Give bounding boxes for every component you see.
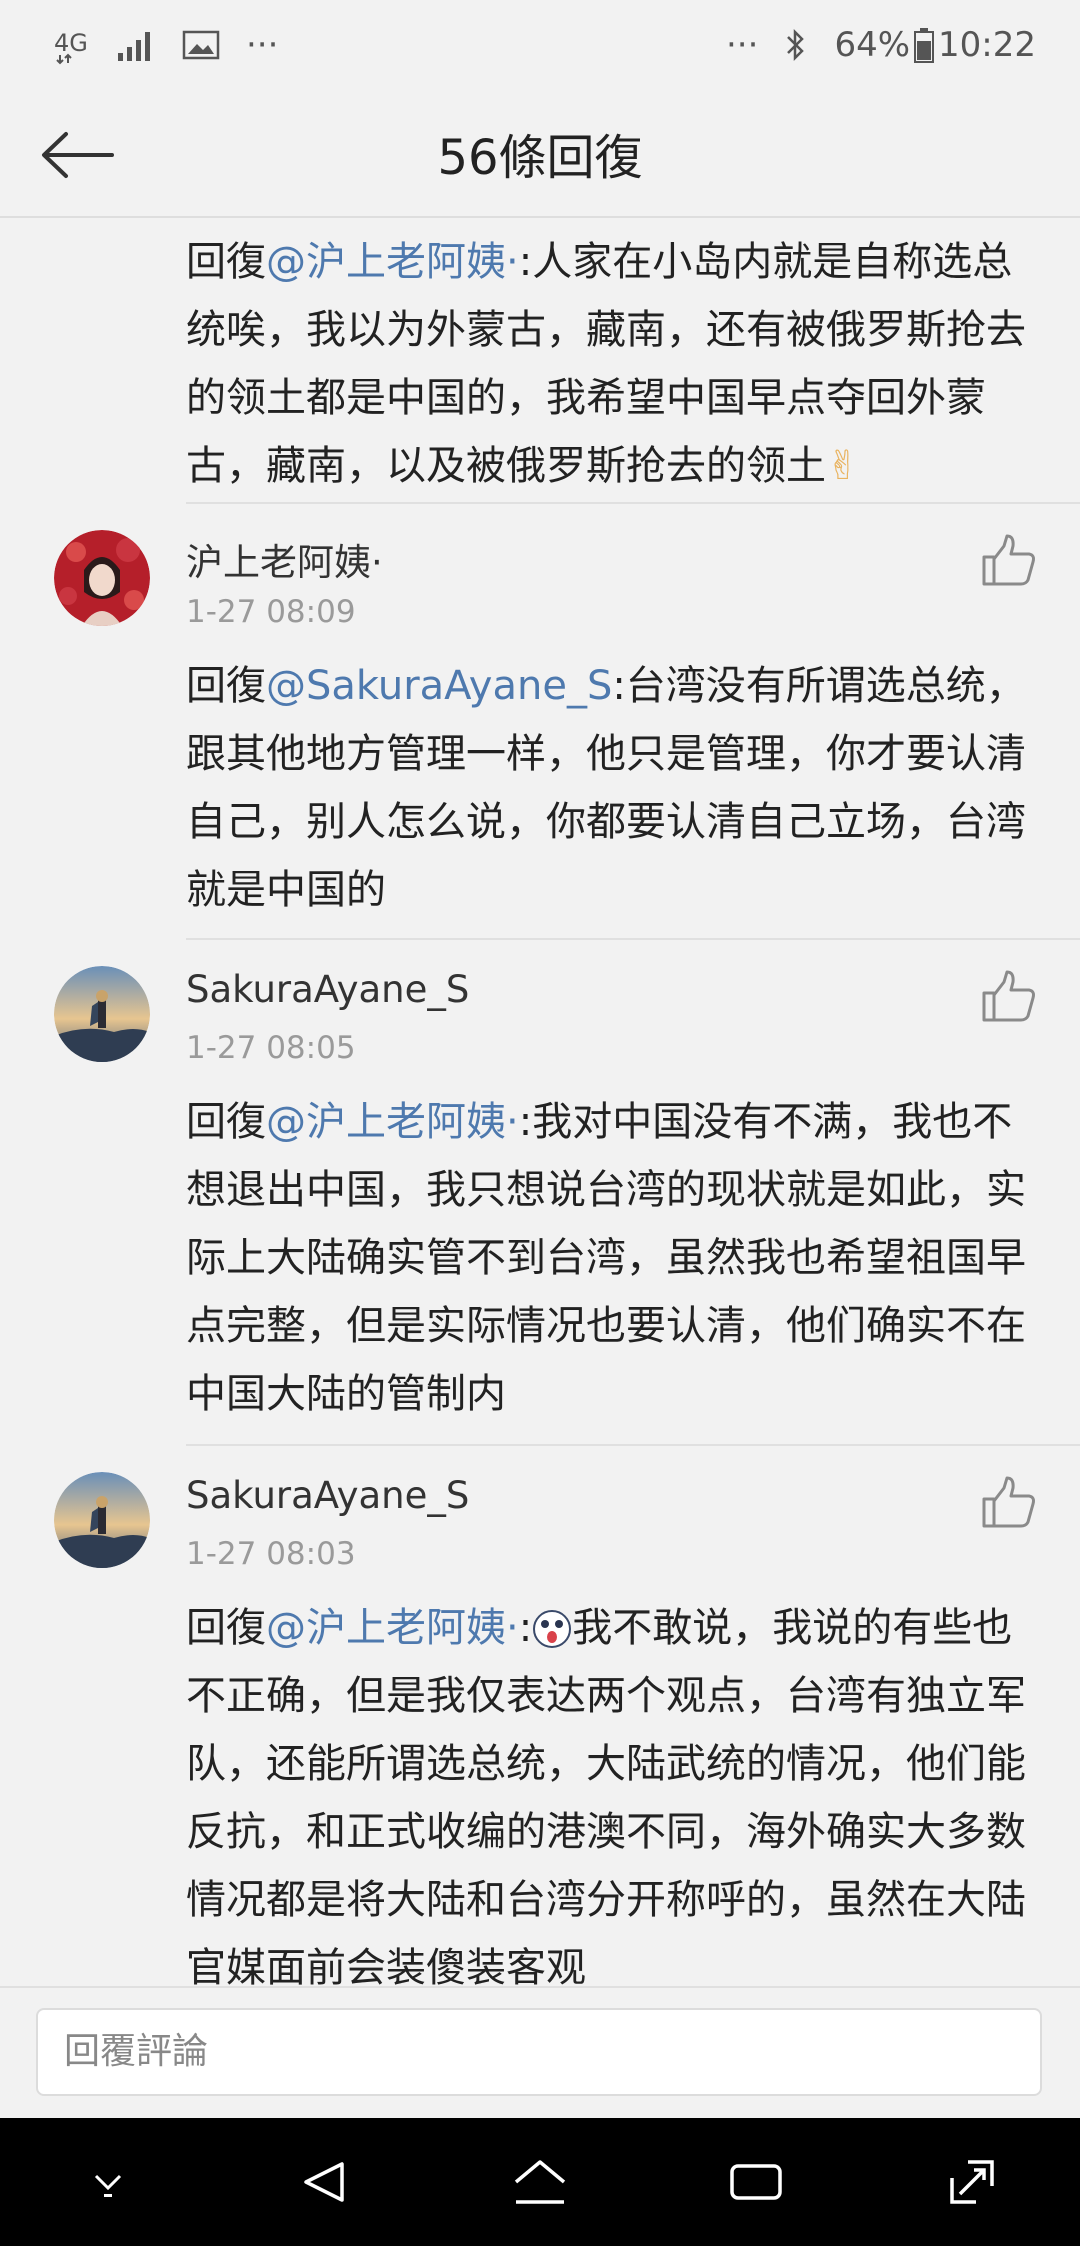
thumbs-up-icon[interactable] (980, 968, 1038, 1026)
reply-prefix: 回復 (186, 663, 266, 709)
system-nav-bar (0, 2118, 1080, 2246)
thumbs-up-icon[interactable] (980, 532, 1038, 590)
expand-icon[interactable] (932, 2142, 1012, 2222)
avatar[interactable] (54, 530, 150, 626)
more-status-indicator: ··· (726, 25, 759, 65)
reply-prefix: 回復 (186, 239, 266, 285)
reply-input[interactable]: 回覆評論 (36, 2008, 1042, 2096)
avatar[interactable] (54, 1472, 150, 1568)
avatar[interactable] (54, 966, 150, 1062)
mention-link[interactable]: @SakuraAyane_S (266, 663, 612, 709)
comment-text: 回復@沪上老阿姨·: 我不敢说，我说的有些也不正确，但是我仅表达两个观点，台湾有独… (186, 1594, 1036, 1986)
shocked-face-emoji (532, 1602, 572, 1648)
status-bar: 4G ··· ··· 64% 10:22 (0, 0, 1080, 90)
comment-item: SakuraAyane_S 1-27 08:03 回復@沪上老阿姨·: 我不敢说，… (0, 1446, 1080, 1986)
back-arrow-icon[interactable] (40, 120, 120, 190)
comment-text: 回復@沪上老阿姨·:我对中国没有不满，我也不想退出中国，我只想说台湾的现状就是如… (186, 1088, 1036, 1428)
comment-text-partial: 回復@沪上老阿姨·:人家在小岛内就是自称选总统唉，我以为外蒙古，藏南，还有被俄罗… (186, 218, 1026, 500)
recent-apps-icon[interactable] (716, 2142, 796, 2222)
comment-item: SakuraAyane_S 1-27 08:05 回復@沪上老阿姨·:我对中国没… (0, 940, 1080, 1450)
home-icon[interactable] (500, 2142, 580, 2222)
clock: 10:22 (938, 25, 1036, 65)
timestamp: 1-27 08:03 (186, 1536, 356, 1572)
hide-keyboard-icon[interactable] (68, 2142, 148, 2222)
bluetooth-icon (784, 27, 808, 63)
reply-list[interactable]: 回復@沪上老阿姨·:人家在小岛内就是自称选总统唉，我以为外蒙古，藏南，还有被俄罗… (0, 218, 1080, 1986)
network-4g-icon: 4G (54, 25, 90, 65)
battery-icon (914, 27, 935, 63)
mention-link[interactable]: @沪上老阿姨· (266, 1099, 519, 1145)
header: 56條回復 (0, 90, 1080, 218)
username[interactable]: 沪上老阿姨· (186, 532, 383, 586)
timestamp: 1-27 08:05 (186, 1030, 356, 1066)
comment-body: 我不敢说，我说的有些也不正确，但是我仅表达两个观点，台湾有独立军队，还能所谓选总… (186, 1605, 1026, 1986)
image-notification-icon (182, 29, 220, 61)
username[interactable]: SakuraAyane_S (186, 968, 469, 1011)
signal-icon (116, 29, 156, 61)
reply-input-bar: 回覆評論 (0, 1986, 1080, 2118)
reply-prefix: 回復 (186, 1605, 266, 1651)
comment-body: :我对中国没有不满，我也不想退出中国，我只想说台湾的现状就是如此，实际上大陆确实… (186, 1099, 1026, 1417)
mention-link[interactable]: @沪上老阿姨· (266, 239, 519, 285)
thumbs-up-icon[interactable] (980, 1474, 1038, 1532)
mention-link[interactable]: @沪上老阿姨· (266, 1605, 519, 1651)
back-triangle-icon[interactable] (284, 2142, 364, 2222)
comment-text: 回復@SakuraAyane_S:台湾没有所谓选总统，跟其他地方管理一样，他只是… (186, 652, 1036, 924)
page-title: 56條回復 (437, 130, 643, 186)
reply-prefix: 回復 (186, 1099, 266, 1145)
comment-item: 沪上老阿姨· 1-27 08:09 回復@SakuraAyane_S:台湾没有所… (0, 504, 1080, 940)
more-notifications-indicator: ··· (246, 25, 279, 65)
comment-body-colon: : (518, 1605, 533, 1651)
timestamp: 1-27 08:09 (186, 594, 356, 630)
victory-hand-emoji: ✌ (826, 443, 860, 489)
battery-percentage: 64% (834, 25, 911, 65)
username[interactable]: SakuraAyane_S (186, 1474, 469, 1517)
svg-text:4G: 4G (54, 29, 88, 57)
